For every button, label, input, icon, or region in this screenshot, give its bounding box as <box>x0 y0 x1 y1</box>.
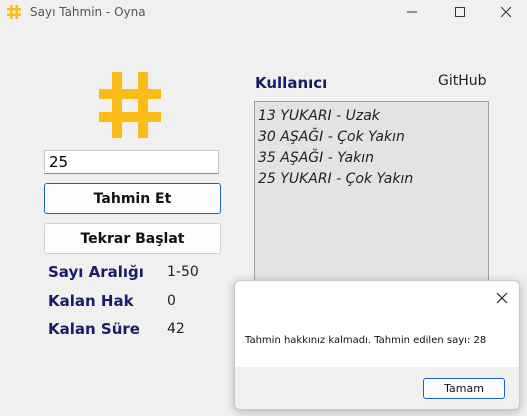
dialog-message: Tahmin hakkınız kalmadı. Tahmin edilen s… <box>245 335 487 346</box>
close-icon <box>501 7 511 17</box>
maximize-button[interactable] <box>437 0 483 24</box>
list-item[interactable]: 25 YUKARI - Çok Yakın <box>258 169 485 190</box>
minimize-icon <box>407 11 417 13</box>
title-bar: Sayı Tahmin - Oyna <box>0 0 527 24</box>
github-link[interactable]: GitHub <box>438 73 487 89</box>
hashtag-logo-icon <box>99 72 161 138</box>
restart-button[interactable]: Tekrar Başlat <box>44 223 221 254</box>
guess-history-list[interactable]: 13 YUKARI - Uzak 30 AŞAĞI - Çok Yakın 35… <box>254 101 489 301</box>
close-icon <box>496 292 508 304</box>
guess-button[interactable]: Tahmin Et <box>44 183 221 214</box>
remaining-time-label: Kalan Süre <box>48 320 140 338</box>
hashtag-icon <box>7 5 21 19</box>
user-label: Kullanıcı <box>255 74 328 92</box>
range-label: Sayı Aralığı <box>48 263 144 281</box>
minimize-button[interactable] <box>389 0 435 24</box>
dialog-close-button[interactable] <box>491 287 513 309</box>
guess-input[interactable]: 25 <box>44 150 219 174</box>
close-button[interactable] <box>483 0 527 24</box>
list-item[interactable]: 35 AŞAĞI - Yakın <box>258 148 485 169</box>
list-item[interactable]: 13 YUKARI - Uzak <box>258 106 485 127</box>
message-dialog: Tahmin hakkınız kalmadı. Tahmin edilen s… <box>234 280 520 410</box>
remaining-attempts-value: 0 <box>167 293 176 309</box>
remaining-time-value: 42 <box>167 321 185 337</box>
ok-button[interactable]: Tamam <box>423 378 505 399</box>
window-title: Sayı Tahmin - Oyna <box>30 5 146 19</box>
maximize-icon <box>455 7 465 17</box>
list-item[interactable]: 30 AŞAĞI - Çok Yakın <box>258 127 485 148</box>
remaining-attempts-label: Kalan Hak <box>48 292 134 310</box>
range-value: 1-50 <box>167 264 199 280</box>
